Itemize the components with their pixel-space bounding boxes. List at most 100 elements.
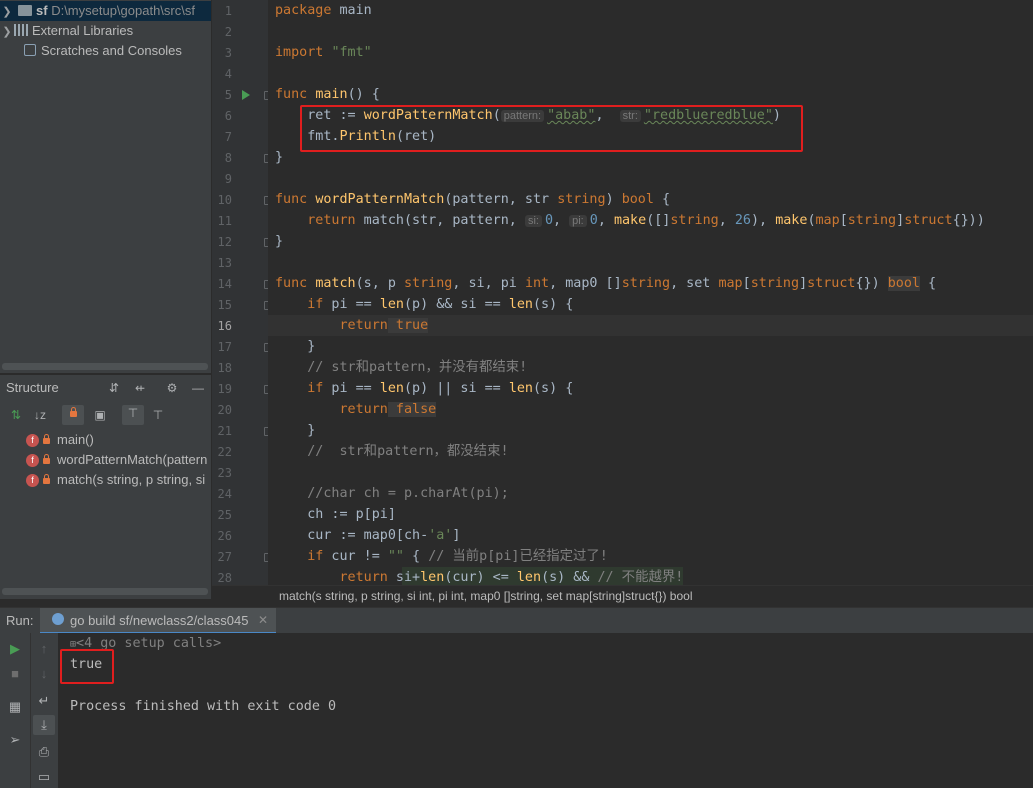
function-icon: f bbox=[26, 474, 39, 487]
structure-item-match[interactable]: f match(s string, p string, si bbox=[26, 470, 205, 490]
line-number: 18 bbox=[217, 361, 232, 375]
breadcrumb-label: match(s string, p string, si int, pi int… bbox=[279, 589, 693, 603]
code-editor[interactable]: package main import "fmt" func main() { … bbox=[268, 0, 1033, 585]
line-number: 24 bbox=[217, 487, 232, 501]
run-gutter-icon[interactable] bbox=[242, 90, 250, 100]
tree-item-label: External Libraries bbox=[32, 23, 134, 38]
code-line-26: cur := map0[ch-'a'] bbox=[275, 528, 461, 543]
run-tab[interactable]: go build sf/newclass2/class045 ✕ bbox=[40, 608, 276, 634]
line-number: 6 bbox=[224, 109, 232, 123]
line-number: 4 bbox=[224, 67, 232, 81]
line-number: 21 bbox=[217, 424, 232, 438]
collapse-all-icon[interactable]: ⇷ bbox=[132, 380, 148, 396]
folder-icon bbox=[18, 5, 32, 16]
line-number: 13 bbox=[217, 256, 232, 270]
line-number: 11 bbox=[217, 214, 232, 228]
gear-icon[interactable]: ⚙ bbox=[164, 380, 180, 396]
rerun-icon[interactable]: ▶ bbox=[7, 641, 23, 657]
line-number: 27 bbox=[217, 550, 232, 564]
arrow-down-icon[interactable]: ↓ bbox=[36, 666, 52, 681]
expand-all-icon[interactable]: ⇵ bbox=[106, 380, 122, 396]
code-line-27: if cur != "" { // 当前p[pi]已经指定过了! bbox=[275, 549, 608, 564]
line-number: 1 bbox=[224, 4, 232, 18]
soft-wrap-icon[interactable]: ↵ bbox=[36, 693, 52, 709]
arrow-up-icon[interactable]: ↑ bbox=[36, 641, 52, 656]
line-number: 9 bbox=[224, 172, 232, 186]
line-number: 22 bbox=[217, 445, 232, 459]
minimize-icon[interactable]: — bbox=[190, 380, 206, 396]
line-number: 7 bbox=[224, 130, 232, 144]
show-private-toggle[interactable] bbox=[62, 405, 84, 425]
line-number: 20 bbox=[217, 403, 232, 417]
code-line-5: func main() { bbox=[275, 87, 380, 102]
parameter-hint: si: bbox=[524, 215, 542, 227]
parameter-hint: pi: bbox=[569, 215, 587, 227]
code-line-21: } bbox=[275, 423, 316, 438]
autoscroll-from-source-icon[interactable]: ⊤ bbox=[150, 407, 166, 423]
line-number: 14 bbox=[217, 277, 232, 291]
structure-item-main[interactable]: f main() bbox=[26, 430, 94, 450]
line-number: 25 bbox=[217, 508, 232, 522]
tree-item-scratches[interactable]: Scratches and Consoles bbox=[0, 41, 182, 61]
horizontal-scrollbar[interactable] bbox=[2, 363, 208, 370]
structure-item-label: match(s string, p string, si bbox=[57, 472, 206, 487]
highlight-box-code bbox=[300, 105, 803, 152]
code-line-24: //char ch = p.charAt(pi); bbox=[275, 486, 509, 501]
root-name: sf bbox=[36, 3, 48, 18]
breadcrumb[interactable]: match(s string, p string, si int, pi int… bbox=[212, 585, 1033, 608]
sort-alphabetically-icon[interactable]: ↓z bbox=[32, 407, 48, 423]
line-number: 17 bbox=[217, 340, 232, 354]
tree-item-root[interactable]: ❯ sf D:\mysetup\gopath\src\sf bbox=[0, 1, 211, 21]
editor-gutter: 1 2 3 4 5 6 7 8 9 10 11 12 13 14 15 16 1… bbox=[212, 0, 273, 585]
console-toolbar: ↑ ↓ ↵ ⤓ ⎙ ▭ bbox=[30, 633, 59, 788]
code-line-25: ch := p[pi] bbox=[275, 507, 396, 522]
code-line-22: // str和pattern，都没结束! bbox=[275, 444, 509, 459]
close-icon[interactable]: ✕ bbox=[258, 613, 268, 627]
library-icon bbox=[14, 24, 28, 36]
code-line-19: if pi == len(p) || si == len(s) { bbox=[275, 381, 574, 396]
code-line-11: return match(str, pattern, si: 0, pi: 0, m… bbox=[275, 213, 985, 228]
chevron-right-icon[interactable]: ❯ bbox=[0, 22, 14, 42]
scratches-icon bbox=[24, 44, 36, 56]
sort-by-visibility-icon[interactable]: ⇅ bbox=[8, 407, 24, 423]
stop-icon[interactable]: ■ bbox=[7, 666, 23, 681]
line-number: 8 bbox=[224, 151, 232, 165]
structure-title: Structure bbox=[6, 380, 59, 395]
structure-item-wordpatternmatch[interactable]: f wordPatternMatch(pattern bbox=[26, 450, 207, 470]
print-icon[interactable]: ⎙ bbox=[36, 744, 52, 760]
code-line-18: // str和pattern，并没有都结束! bbox=[275, 360, 528, 375]
horizontal-scrollbar[interactable] bbox=[2, 588, 208, 595]
lock-icon bbox=[43, 454, 50, 464]
layout-icon[interactable]: ▦ bbox=[7, 699, 23, 715]
project-panel: ❯ sf D:\mysetup\gopath\src\sf ❯ External L… bbox=[0, 0, 211, 373]
scroll-to-end-icon[interactable]: ⤓ bbox=[33, 715, 55, 735]
code-line-10: func wordPatternMatch(pattern, str strin… bbox=[275, 192, 671, 207]
structure-item-label: main() bbox=[57, 432, 94, 447]
function-icon: f bbox=[26, 434, 39, 447]
line-number: 28 bbox=[217, 571, 232, 585]
run-tab-label: go build sf/newclass2/class045 bbox=[70, 613, 249, 628]
structure-item-label: wordPatternMatch(pattern bbox=[57, 452, 208, 467]
autoscroll-to-source-icon[interactable]: ⊤ bbox=[122, 405, 144, 425]
code-line-3: import "fmt" bbox=[275, 45, 372, 60]
lock-icon bbox=[43, 474, 50, 484]
line-number: 2 bbox=[224, 25, 232, 39]
code-line-17: } bbox=[275, 339, 316, 354]
function-icon: f bbox=[26, 454, 39, 467]
line-number: 26 bbox=[217, 529, 232, 543]
line-number-current: 16 bbox=[217, 319, 232, 333]
run-side-toolbar: ▶ ■ ▦ ➢ bbox=[0, 633, 30, 788]
structure-panel: Structure ⇵ ⇷ ⚙ — ⇅ ↓z ▣ ⊤ ⊤ f main() f wo… bbox=[0, 374, 211, 599]
go-gopher-icon bbox=[52, 613, 64, 625]
group-icon[interactable]: ▣ bbox=[92, 407, 108, 423]
tree-item-external-libraries[interactable]: ❯ External Libraries bbox=[0, 21, 133, 41]
console-output[interactable]: ⊞<4 go setup calls> true Process finishe… bbox=[58, 633, 1033, 788]
console-finished-line: Process finished with exit code 0 bbox=[70, 699, 337, 714]
chevron-right-icon[interactable]: ❯ bbox=[0, 2, 14, 22]
tree-item-label: Scratches and Consoles bbox=[41, 43, 182, 58]
line-number: 19 bbox=[217, 382, 232, 396]
trash-icon[interactable]: ▭ bbox=[36, 769, 52, 785]
pin-icon[interactable]: ➢ bbox=[7, 732, 23, 748]
code-line-1: package main bbox=[275, 3, 372, 18]
code-line-14: func match(s, p string, si, pi int, map0… bbox=[275, 276, 937, 291]
